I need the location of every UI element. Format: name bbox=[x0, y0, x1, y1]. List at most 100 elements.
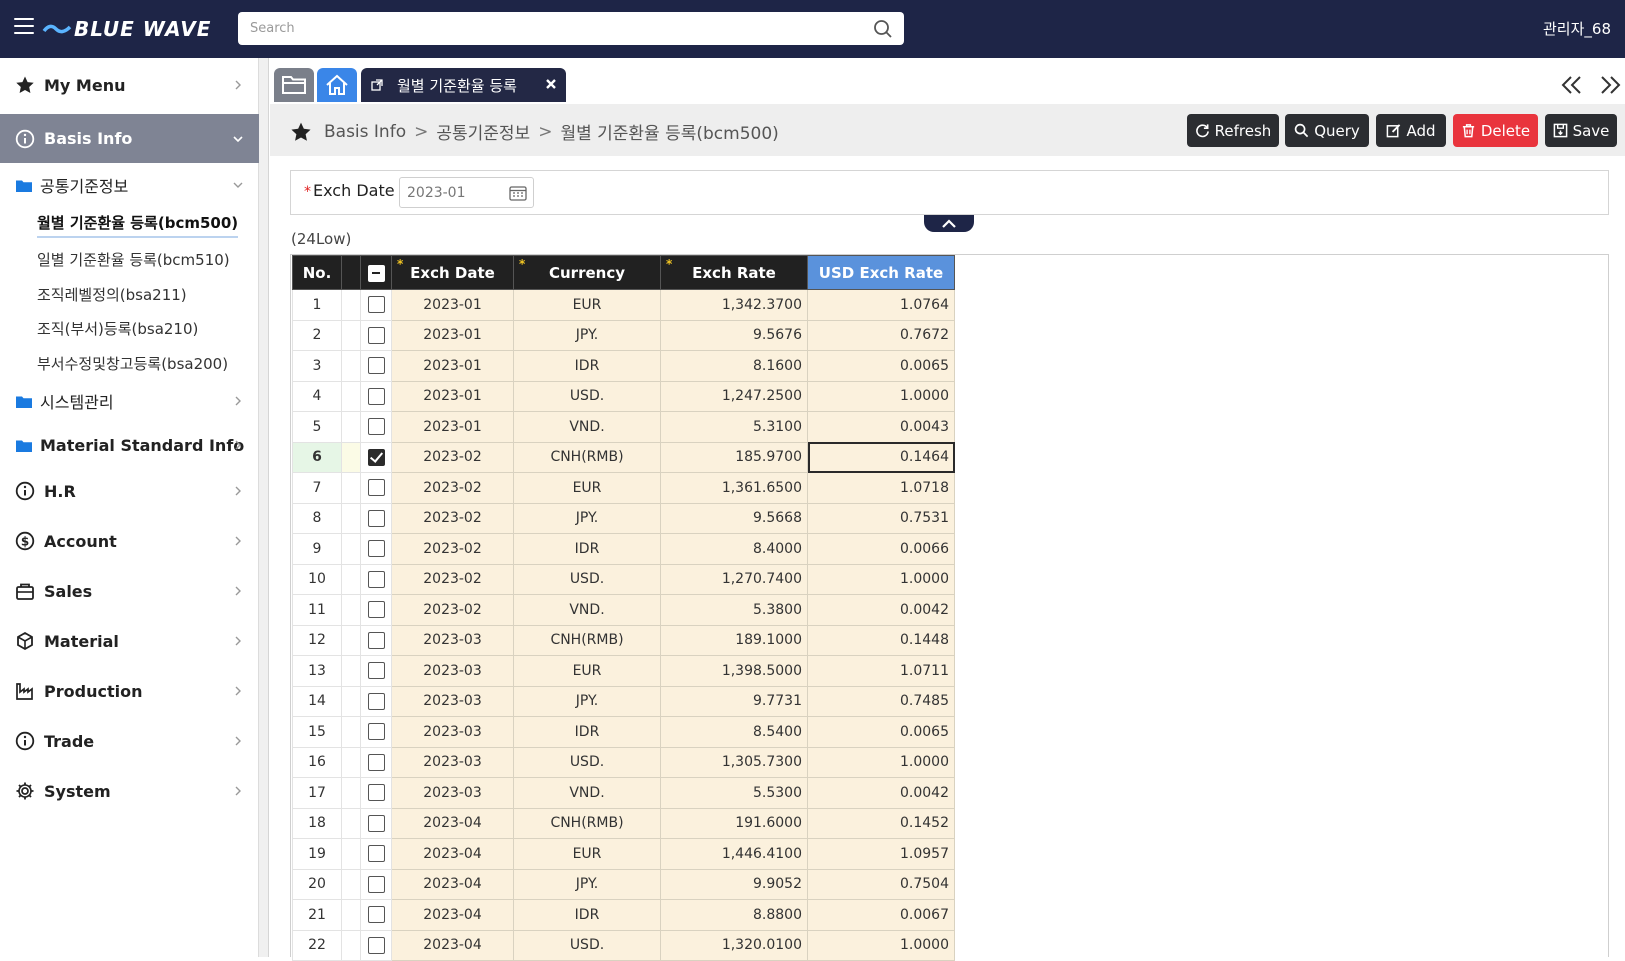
search-input[interactable] bbox=[238, 12, 872, 45]
cell-no[interactable]: 15 bbox=[292, 716, 342, 748]
cell-checkbox[interactable] bbox=[360, 411, 392, 443]
cell-checkbox[interactable] bbox=[360, 899, 392, 931]
cell-usd-rate[interactable]: 1.0718 bbox=[807, 472, 955, 504]
row-checkbox[interactable] bbox=[367, 845, 385, 863]
cell-currency[interactable]: JPY. bbox=[513, 868, 661, 900]
table-row[interactable]: 3 2023-01 IDR 8.1600 0.0065 bbox=[292, 350, 955, 382]
cell-exch-rate[interactable]: 1,446.4100 bbox=[660, 838, 808, 870]
cell-exch-date[interactable]: 2023-02 bbox=[391, 441, 514, 473]
table-row[interactable]: 7 2023-02 EUR 1,361.6500 1.0718 bbox=[292, 472, 955, 504]
add-button[interactable]: Add bbox=[1376, 114, 1446, 147]
cell-usd-rate[interactable]: 0.7531 bbox=[807, 502, 955, 534]
cell-exch-date[interactable]: 2023-02 bbox=[391, 472, 514, 504]
cell-state[interactable] bbox=[341, 502, 361, 534]
popout-icon[interactable] bbox=[371, 79, 383, 91]
cell-no[interactable]: 12 bbox=[292, 624, 342, 656]
row-checkbox[interactable] bbox=[367, 875, 385, 893]
cell-currency[interactable]: EUR bbox=[513, 289, 661, 321]
refresh-button[interactable]: Refresh bbox=[1187, 114, 1279, 147]
cell-exch-rate[interactable]: 8.8800 bbox=[660, 899, 808, 931]
double-chevron-left-icon[interactable] bbox=[1560, 74, 1584, 96]
cell-checkbox[interactable] bbox=[360, 838, 392, 870]
cell-exch-rate[interactable]: 1,247.2500 bbox=[660, 380, 808, 412]
cell-exch-date[interactable]: 2023-03 bbox=[391, 746, 514, 778]
sidebar-item-material[interactable]: Material bbox=[0, 619, 259, 663]
cell-state[interactable] bbox=[341, 319, 361, 351]
table-row[interactable]: 4 2023-01 USD. 1,247.2500 1.0000 bbox=[292, 380, 955, 412]
cell-exch-date[interactable]: 2023-01 bbox=[391, 289, 514, 321]
cell-exch-date[interactable]: 2023-02 bbox=[391, 502, 514, 534]
cell-exch-date[interactable]: 2023-04 bbox=[391, 899, 514, 931]
cell-exch-date[interactable]: 2023-03 bbox=[391, 777, 514, 809]
cell-usd-rate[interactable]: 0.1464 bbox=[807, 441, 955, 473]
row-checkbox[interactable] bbox=[367, 814, 385, 832]
cell-no[interactable]: 20 bbox=[292, 868, 342, 900]
cell-exch-date[interactable]: 2023-03 bbox=[391, 685, 514, 717]
cell-checkbox[interactable] bbox=[360, 533, 392, 565]
cell-no[interactable]: 9 bbox=[292, 533, 342, 565]
cell-exch-date[interactable]: 2023-02 bbox=[391, 594, 514, 626]
cell-no[interactable]: 4 bbox=[292, 380, 342, 412]
cell-state[interactable] bbox=[341, 472, 361, 504]
cell-no[interactable]: 5 bbox=[292, 411, 342, 443]
cell-currency[interactable]: JPY. bbox=[513, 319, 661, 351]
cell-checkbox[interactable] bbox=[360, 807, 392, 839]
cell-state[interactable] bbox=[341, 350, 361, 382]
cell-currency[interactable]: EUR bbox=[513, 655, 661, 687]
search-icon[interactable] bbox=[872, 18, 894, 40]
cell-exch-rate[interactable]: 1,398.5000 bbox=[660, 655, 808, 687]
cell-no[interactable]: 10 bbox=[292, 563, 342, 595]
cell-no[interactable]: 14 bbox=[292, 685, 342, 717]
cell-checkbox[interactable] bbox=[360, 319, 392, 351]
tab-bcm500[interactable]: 월별 기준환율 등록 bbox=[361, 68, 566, 102]
cell-exch-date[interactable]: 2023-01 bbox=[391, 411, 514, 443]
cell-checkbox[interactable] bbox=[360, 594, 392, 626]
cell-exch-date[interactable]: 2023-03 bbox=[391, 624, 514, 656]
tab-folder[interactable] bbox=[274, 68, 314, 102]
cell-usd-rate[interactable]: 1.0000 bbox=[807, 563, 955, 595]
cell-usd-rate[interactable]: 1.0764 bbox=[807, 289, 955, 321]
cell-currency[interactable]: USD. bbox=[513, 929, 661, 961]
cell-state[interactable] bbox=[341, 716, 361, 748]
cell-no[interactable]: 11 bbox=[292, 594, 342, 626]
table-row[interactable]: 22 2023-04 USD. 1,320.0100 1.0000 bbox=[292, 929, 955, 961]
col-header-currency[interactable]: * Currency bbox=[513, 255, 661, 290]
cell-currency[interactable]: CNH(RMB) bbox=[513, 807, 661, 839]
cell-no[interactable]: 8 bbox=[292, 502, 342, 534]
cell-checkbox[interactable] bbox=[360, 502, 392, 534]
cell-currency[interactable]: CNH(RMB) bbox=[513, 624, 661, 656]
cell-state[interactable] bbox=[341, 289, 361, 321]
col-header-checkbox[interactable] bbox=[360, 255, 392, 290]
cell-usd-rate[interactable]: 0.7672 bbox=[807, 319, 955, 351]
cell-currency[interactable]: EUR bbox=[513, 838, 661, 870]
cell-exch-rate[interactable]: 9.5668 bbox=[660, 502, 808, 534]
cell-checkbox[interactable] bbox=[360, 746, 392, 778]
row-checkbox[interactable] bbox=[367, 723, 385, 741]
row-checkbox[interactable] bbox=[367, 479, 385, 497]
cell-usd-rate[interactable]: 0.0043 bbox=[807, 411, 955, 443]
sidebar-item-hr[interactable]: H.R bbox=[0, 469, 259, 513]
cell-currency[interactable]: JPY. bbox=[513, 685, 661, 717]
cell-state[interactable] bbox=[341, 380, 361, 412]
cell-usd-rate[interactable]: 0.7504 bbox=[807, 868, 955, 900]
cell-usd-rate[interactable]: 0.0067 bbox=[807, 899, 955, 931]
cell-currency[interactable]: USD. bbox=[513, 563, 661, 595]
table-row[interactable]: 20 2023-04 JPY. 9.9052 0.7504 bbox=[292, 868, 955, 900]
row-checkbox[interactable] bbox=[367, 631, 385, 649]
cell-no[interactable]: 6 bbox=[292, 441, 342, 473]
row-checkbox[interactable] bbox=[367, 296, 385, 314]
tab-home[interactable] bbox=[317, 68, 357, 102]
hamburger-menu-icon[interactable] bbox=[14, 18, 34, 36]
cell-checkbox[interactable] bbox=[360, 441, 392, 473]
cell-exch-rate[interactable]: 1,342.3700 bbox=[660, 289, 808, 321]
row-checkbox[interactable] bbox=[367, 692, 385, 710]
cell-exch-rate[interactable]: 189.1000 bbox=[660, 624, 808, 656]
cell-usd-rate[interactable]: 1.0711 bbox=[807, 655, 955, 687]
sidebar-item-production[interactable]: Production bbox=[0, 669, 259, 713]
cell-exch-date[interactable]: 2023-03 bbox=[391, 655, 514, 687]
cell-state[interactable] bbox=[341, 441, 361, 473]
row-checkbox[interactable] bbox=[367, 662, 385, 680]
cell-state[interactable] bbox=[341, 929, 361, 961]
row-checkbox[interactable] bbox=[367, 784, 385, 802]
cell-usd-rate[interactable]: 1.0957 bbox=[807, 838, 955, 870]
